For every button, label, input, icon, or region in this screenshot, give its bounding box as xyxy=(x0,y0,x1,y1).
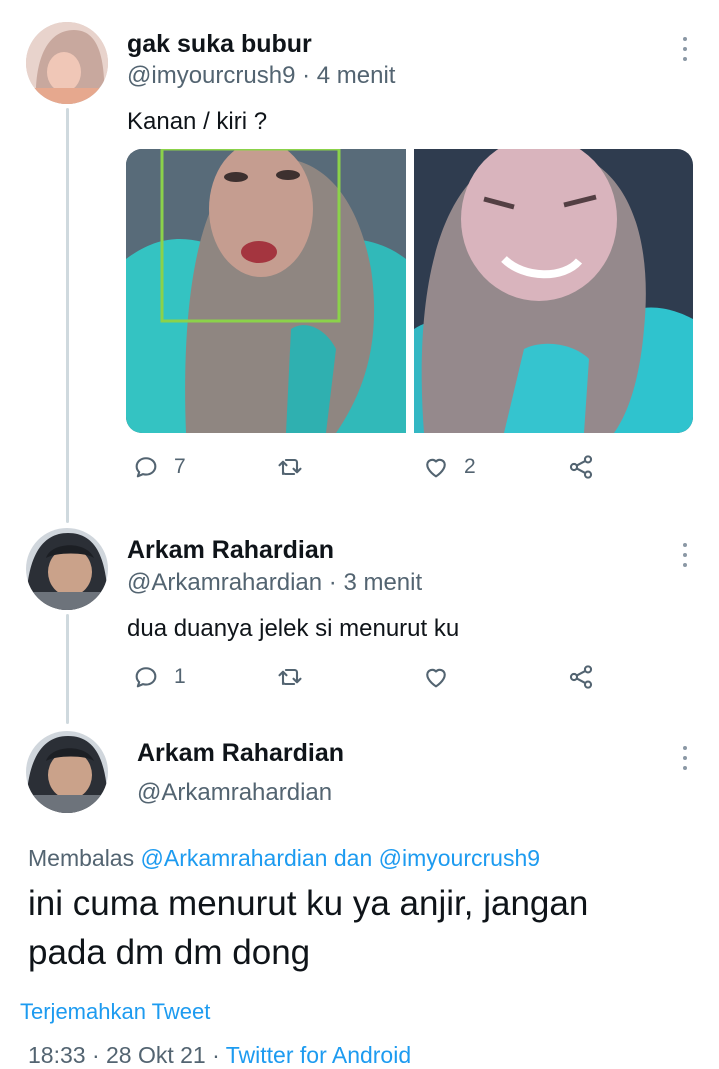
author-meta: @imyourcrush9 · 4 menit xyxy=(127,62,395,90)
tweet-text: Kanan / kiri ? xyxy=(127,108,268,135)
more-icon[interactable] xyxy=(681,746,689,770)
tweet-time: · 3 menit xyxy=(328,569,423,596)
share-button[interactable] xyxy=(567,663,595,691)
mention-link[interactable]: @imyourcrush9 xyxy=(379,845,540,871)
like-count: 2 xyxy=(464,455,476,478)
tweet-text-line: ini cuma menurut ku ya anjir, jangan xyxy=(28,884,589,923)
share-icon xyxy=(569,665,593,689)
tweet-photo-right[interactable] xyxy=(414,149,693,433)
retweet-icon xyxy=(278,668,302,686)
source-link[interactable]: Twitter for Android xyxy=(226,1042,411,1068)
thread-line xyxy=(66,108,69,523)
tweet-photo-left[interactable] xyxy=(126,149,406,433)
share-button[interactable] xyxy=(567,453,595,481)
author-name[interactable]: gak suka bubur xyxy=(127,30,312,59)
reply-button[interactable]: 7 xyxy=(132,453,186,481)
replying-to-and: dan xyxy=(333,845,373,871)
share-icon xyxy=(569,455,593,479)
author-meta: @Arkamrahardian · 3 menit xyxy=(127,569,422,597)
tweet-text-line: pada dm dm dong xyxy=(28,933,311,972)
replying-to: Membalas @Arkamrahardian dan @imyourcrus… xyxy=(28,845,540,872)
author-name[interactable]: Arkam Rahardian xyxy=(127,536,334,565)
more-icon[interactable] xyxy=(681,543,689,567)
tweet-timestamp: 18:33 · 28 Okt 21 · xyxy=(28,1042,220,1068)
thread-line xyxy=(66,614,69,724)
author-handle[interactable]: @Arkamrahardian xyxy=(127,569,322,596)
reply-icon xyxy=(135,667,157,688)
more-icon[interactable] xyxy=(681,37,689,61)
reply-count: 7 xyxy=(174,455,186,478)
reply-icon xyxy=(135,457,157,478)
tweet-text: dua duanya jelek si menurut ku xyxy=(127,615,460,642)
avatar[interactable] xyxy=(26,731,108,813)
retweet-button[interactable] xyxy=(276,453,304,481)
reply-button[interactable]: 1 xyxy=(132,663,186,691)
reply-count: 1 xyxy=(174,665,186,688)
avatar[interactable] xyxy=(26,528,108,610)
like-button[interactable] xyxy=(422,663,450,691)
retweet-button[interactable] xyxy=(276,663,304,691)
like-button[interactable]: 2 xyxy=(422,453,476,481)
retweet-icon xyxy=(278,458,302,476)
replying-to-label: Membalas xyxy=(28,845,135,871)
avatar[interactable] xyxy=(26,22,108,104)
translate-link[interactable]: Terjemahkan Tweet xyxy=(20,999,210,1025)
tweet-time: · 4 menit xyxy=(302,62,396,89)
mention-link[interactable]: @Arkamrahardian xyxy=(141,845,328,871)
author-handle[interactable]: @imyourcrush9 xyxy=(127,62,295,89)
like-icon xyxy=(426,458,446,478)
author-name[interactable]: Arkam Rahardian xyxy=(137,739,344,768)
like-icon xyxy=(426,668,446,688)
author-handle[interactable]: @Arkamrahardian xyxy=(137,779,332,807)
